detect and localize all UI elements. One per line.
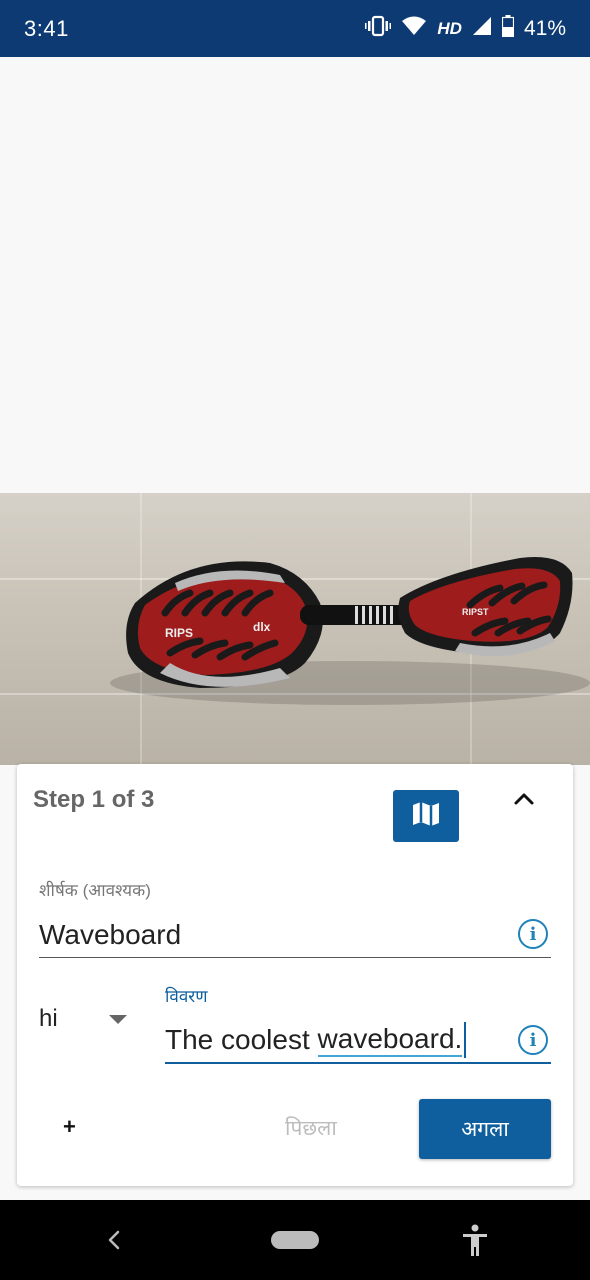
upload-details-card: Step 1 of 3 शीर्षक (आवश्यक) Waveboard i … xyxy=(17,764,573,1186)
status-time: 3:41 xyxy=(24,15,69,41)
previous-button[interactable]: पिछला xyxy=(285,1114,337,1142)
board-brand-right: RIPST xyxy=(462,607,489,617)
chevron-up-icon xyxy=(513,792,535,811)
collapse-button[interactable] xyxy=(507,784,541,818)
battery-icon xyxy=(501,14,515,43)
title-field-label: शीर्षक (आवश्यक) xyxy=(39,881,151,900)
map-button[interactable] xyxy=(393,790,459,842)
description-input-value-suggestion: waveboard. xyxy=(317,1023,463,1057)
map-icon xyxy=(411,800,441,833)
language-select[interactable]: hi xyxy=(39,1004,135,1034)
accessibility-icon[interactable] xyxy=(460,1222,490,1258)
board-brand-left: RIPS xyxy=(165,626,193,640)
battery-percent: 41% xyxy=(523,16,566,40)
navigation-bar xyxy=(0,1200,590,1280)
next-button[interactable]: अगला xyxy=(419,1099,551,1159)
dropdown-arrow-icon xyxy=(109,1015,127,1024)
language-select-value: hi xyxy=(39,1005,58,1032)
description-info-icon[interactable]: i xyxy=(518,1025,548,1055)
status-icons: HD 41% xyxy=(365,14,566,43)
text-caret xyxy=(464,1022,467,1058)
home-pill-icon[interactable] xyxy=(271,1231,319,1249)
signal-icon xyxy=(472,16,492,42)
vibrate-icon xyxy=(365,15,392,43)
title-input[interactable]: Waveboard xyxy=(39,912,551,958)
add-description-button[interactable]: + xyxy=(63,1114,76,1140)
wifi-icon xyxy=(401,15,427,43)
status-bar: 3:41 HD 41% xyxy=(0,0,590,57)
back-icon[interactable] xyxy=(102,1224,126,1256)
step-title: Step 1 of 3 xyxy=(33,786,155,813)
title-info-icon[interactable]: i xyxy=(518,919,548,949)
image-placeholder-area xyxy=(0,57,590,493)
board-model-text: dlx xyxy=(253,620,271,634)
description-input-value-prefix: The coolest xyxy=(165,1024,318,1055)
network-label: HD xyxy=(437,18,462,38)
description-input[interactable]: The coolest waveboard. xyxy=(165,1018,551,1064)
description-field-label: विवरण xyxy=(165,987,208,1006)
title-input-value: Waveboard xyxy=(39,918,182,950)
waveboard-photo: RIPS dlx RIPST xyxy=(0,493,590,765)
